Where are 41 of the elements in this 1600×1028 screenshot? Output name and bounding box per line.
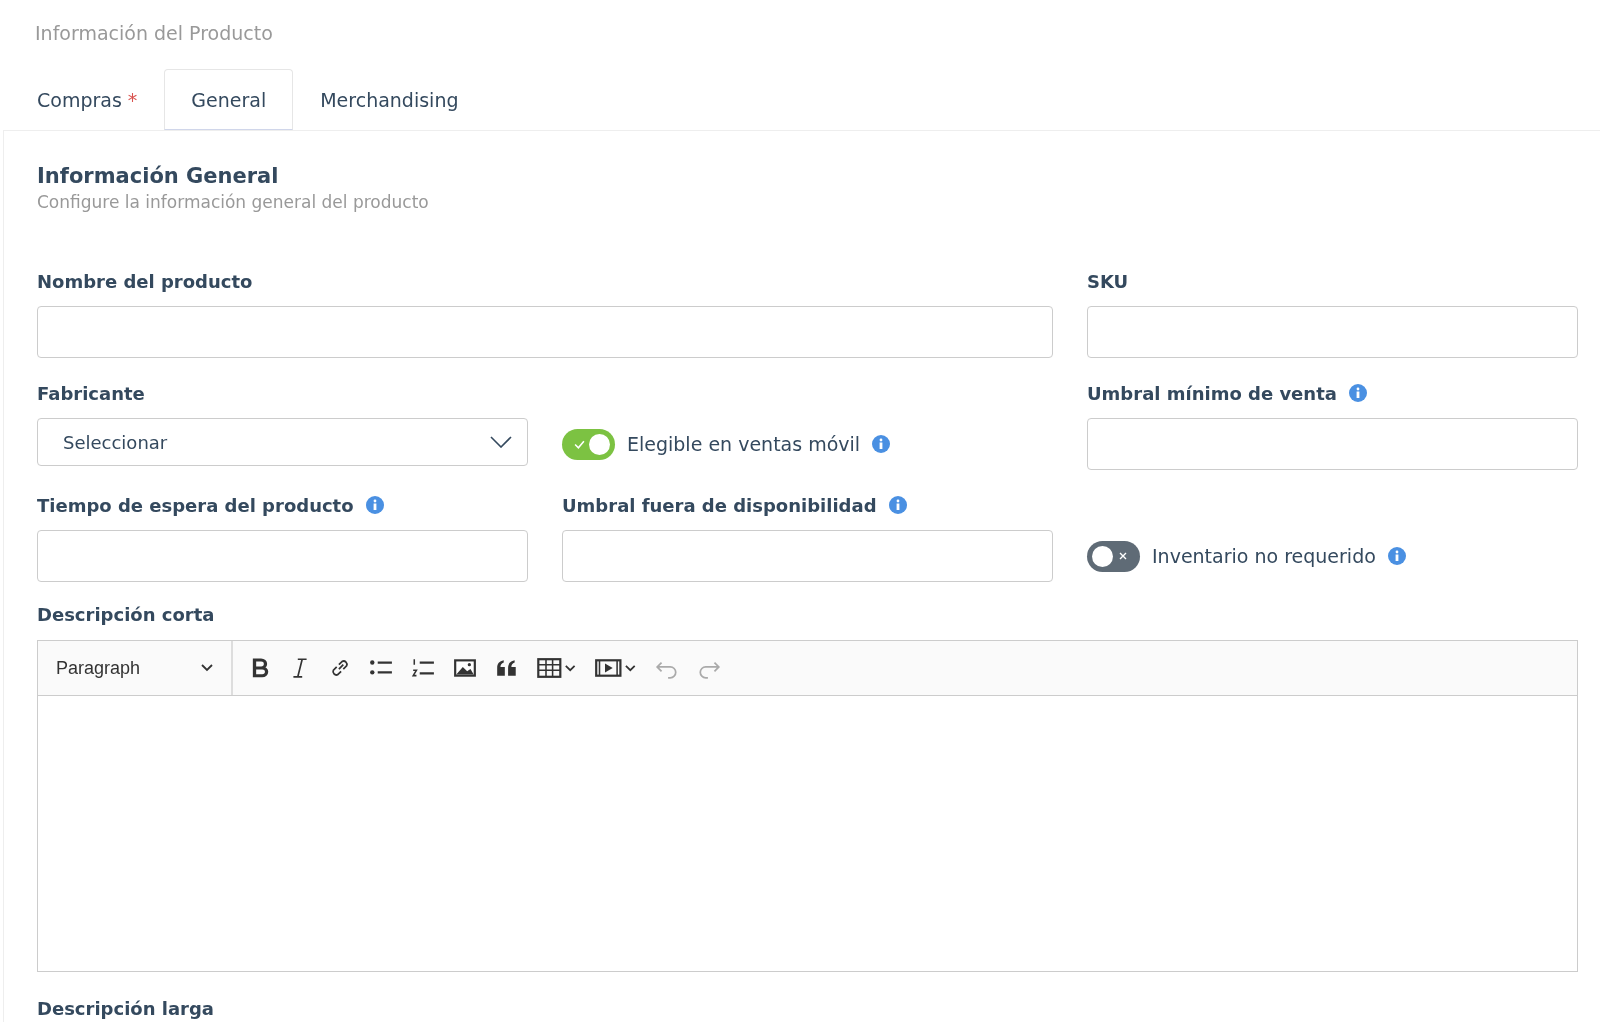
toggle-label: Inventario no requerido [1152, 545, 1376, 567]
tab[interactable]: Compras * [10, 69, 165, 130]
table-icon [537, 657, 577, 679]
info-icon[interactable] [365, 496, 384, 514]
field-label: Nombre del producto [37, 270, 253, 292]
field-label: Umbral mínimo de venta [1087, 382, 1337, 404]
check-icon [574, 438, 585, 450]
rich-text-editor[interactable]: Paragraph [37, 640, 1578, 972]
input-field[interactable] [1087, 306, 1578, 358]
chevron-down-icon [201, 664, 213, 672]
info-icon[interactable] [1348, 384, 1367, 402]
section-title: Información General [37, 163, 280, 190]
toggle-label: Elegible en ventas móvil [627, 433, 861, 455]
field-label: Umbral fuera de disponibilidad [562, 494, 877, 516]
input-field[interactable] [37, 306, 1053, 358]
field-label: Descripción larga [37, 997, 215, 1021]
required-mark: * [127, 89, 138, 111]
tab[interactable]: Merchandising [293, 69, 486, 130]
info-icon[interactable] [872, 435, 891, 453]
link-icon [329, 657, 351, 679]
field-label: Descripción corta [37, 603, 216, 627]
input-field[interactable] [562, 530, 1053, 582]
quote-icon [495, 657, 519, 679]
x-icon [1118, 550, 1128, 561]
select-dropdown[interactable]: Seleccionar [37, 418, 528, 466]
numbered-list-icon [411, 657, 435, 679]
toggle-switch[interactable] [562, 428, 615, 460]
input-field[interactable] [1087, 418, 1578, 470]
info-icon[interactable] [1387, 547, 1406, 565]
media-icon [595, 657, 637, 679]
tab[interactable]: General [164, 69, 294, 130]
section-subtitle: Configure la información general del producto [37, 191, 430, 213]
image-icon [453, 657, 477, 679]
field-label: SKU [1087, 270, 1129, 292]
page-title: Información del Producto [34, 21, 274, 46]
field-label: Tiempo de espera del producto [37, 494, 354, 516]
input-field[interactable] [37, 530, 528, 582]
info-icon[interactable] [888, 496, 907, 514]
toggle-switch[interactable] [1087, 540, 1140, 572]
chevron-down-icon [490, 436, 512, 448]
field-label: Fabricante [37, 382, 145, 404]
